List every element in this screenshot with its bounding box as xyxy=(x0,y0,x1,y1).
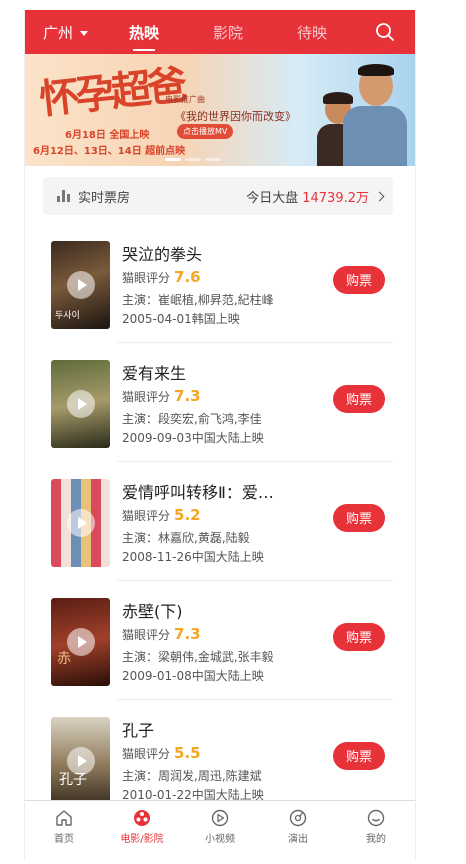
movie-item[interactable]: 赤 赤壁(下) 猫眼评分 7.3 主演：梁朝伟,金城武,张丰毅 2009-01-0… xyxy=(25,581,415,700)
box-office-bar[interactable]: 实时票房 今日大盘 14739.2万 xyxy=(43,177,393,215)
nav-label: 小视频 xyxy=(205,834,235,845)
movie-actors: 主演：林嘉欣,黄磊,陆毅 xyxy=(122,531,250,545)
tab-coming-soon[interactable]: 待映 xyxy=(297,22,327,43)
box-office-label: 实时票房 xyxy=(78,190,131,206)
movie-title[interactable]: 爱情呼叫转移Ⅱ：爱… xyxy=(122,479,322,503)
top-nav-bar: 广州 热映 影院 待映 xyxy=(25,10,415,54)
movie-release: 2005-04-01韩国上映 xyxy=(122,312,240,326)
play-video-icon xyxy=(211,809,229,827)
nav-label: 首页 xyxy=(54,834,74,845)
banner-pagination xyxy=(165,158,221,161)
buy-ticket-button[interactable]: 购票 xyxy=(333,266,385,294)
search-icon[interactable] xyxy=(375,22,395,42)
nav-shows[interactable]: 演出 xyxy=(259,801,337,851)
nav-movies[interactable]: 电影/影院 xyxy=(103,801,181,851)
movie-actors: 主演：段奕宏,俞飞鸿,李佳 xyxy=(122,412,262,426)
movie-score: 猫眼评分 5.5 xyxy=(122,744,201,762)
play-icon[interactable] xyxy=(67,628,95,656)
nav-label: 我的 xyxy=(366,834,386,845)
banner-title-art: 怀孕超爸 xyxy=(37,61,186,124)
movie-title[interactable]: 哭泣的拳头 xyxy=(122,241,322,265)
movie-title[interactable]: 爱有来生 xyxy=(122,360,322,384)
film-reel-icon xyxy=(134,810,150,826)
banner-release-date: 6月18日 全国上映 xyxy=(65,130,150,141)
movie-item[interactable]: 爱有来生 猫眼评分 7.3 主演：段奕宏,俞飞鸿,李佳 2009-09-03中国大… xyxy=(25,343,415,462)
banner-preview-dates: 6月12日、13日、14日 超前点映 xyxy=(33,146,186,157)
chevron-right-icon xyxy=(374,191,385,201)
movie-actors: 主演：崔岷植,柳昇范,紀柱峰 xyxy=(122,293,274,307)
buy-ticket-button[interactable]: 购票 xyxy=(333,742,385,770)
nav-label: 电影/影院 xyxy=(120,834,164,845)
movie-score: 猫眼评分 7.6 xyxy=(122,268,201,286)
play-icon[interactable] xyxy=(67,271,95,299)
ticket-icon xyxy=(289,809,307,827)
banner-subtitle: 电影推广曲 xyxy=(165,95,205,104)
city-name: 广州 xyxy=(43,24,74,42)
movie-poster[interactable] xyxy=(51,479,110,567)
movie-poster[interactable]: 두사이 xyxy=(51,241,110,329)
play-icon[interactable] xyxy=(67,390,95,418)
movie-poster[interactable] xyxy=(51,360,110,448)
movie-score: 猫眼评分 5.2 xyxy=(122,506,201,524)
buy-ticket-button[interactable]: 购票 xyxy=(333,623,385,651)
city-selector[interactable]: 广州 xyxy=(43,22,89,43)
buy-ticket-button[interactable]: 购票 xyxy=(333,504,385,532)
movie-actors: 主演：梁朝伟,金城武,张丰毅 xyxy=(122,650,274,664)
movie-score: 猫眼评分 7.3 xyxy=(122,387,201,405)
app-frame: 广州 热映 影院 待映 怀孕超爸 电影推广曲 《我的世界因你而改变》 点击播放M… xyxy=(24,10,416,860)
promo-banner[interactable]: 怀孕超爸 电影推广曲 《我的世界因你而改变》 点击播放MV 6月18日 全国上映… xyxy=(25,54,415,166)
movie-item[interactable]: 爱情呼叫转移Ⅱ：爱… 猫眼评分 5.2 主演：林嘉欣,黄磊,陆毅 2008-11-… xyxy=(25,462,415,581)
nav-home[interactable]: 首页 xyxy=(25,801,103,851)
bottom-nav: 首页 电影/影院 小视频 演出 我的 xyxy=(25,800,415,851)
today-total-amount: 14739.2万 xyxy=(302,190,369,206)
bar-chart-icon xyxy=(57,190,71,202)
movie-poster[interactable]: 赤 xyxy=(51,598,110,686)
buy-ticket-button[interactable]: 购票 xyxy=(333,385,385,413)
caret-down-icon xyxy=(80,31,89,36)
banner-person-right xyxy=(343,64,407,166)
nav-short-video[interactable]: 小视频 xyxy=(181,801,259,851)
movie-list: 두사이 哭泣的拳头 猫眼评分 7.6 主演：崔岷植,柳昇范,紀柱峰 2005-04… xyxy=(25,224,415,819)
tab-cinemas[interactable]: 影院 xyxy=(213,22,243,43)
home-icon xyxy=(56,810,72,826)
movie-score: 猫眼评分 7.3 xyxy=(122,625,201,643)
smile-face-icon xyxy=(367,809,385,827)
banner-song: 《我的世界因你而改变》 xyxy=(175,110,296,123)
movie-poster[interactable]: 孔子 xyxy=(51,717,110,805)
tab-now-showing[interactable]: 热映 xyxy=(129,22,159,51)
today-total-label: 今日大盘 xyxy=(246,190,299,206)
play-icon[interactable] xyxy=(67,509,95,537)
movie-release: 2009-09-03中国大陆上映 xyxy=(122,431,264,445)
movie-release: 2009-01-08中国大陆上映 xyxy=(122,669,264,683)
banner-mv-button[interactable]: 点击播放MV xyxy=(177,124,234,139)
movie-actors: 主演：周润发,周迅,陈建斌 xyxy=(122,769,262,783)
nav-mine[interactable]: 我的 xyxy=(337,801,415,851)
movie-title[interactable]: 孔子 xyxy=(122,717,322,741)
movie-release: 2008-11-26中国大陆上映 xyxy=(122,550,264,564)
play-icon[interactable] xyxy=(67,747,95,775)
nav-label: 演出 xyxy=(288,834,308,845)
movie-item[interactable]: 두사이 哭泣的拳头 猫眼评分 7.6 主演：崔岷植,柳昇范,紀柱峰 2005-04… xyxy=(25,224,415,343)
movie-title[interactable]: 赤壁(下) xyxy=(122,598,322,622)
